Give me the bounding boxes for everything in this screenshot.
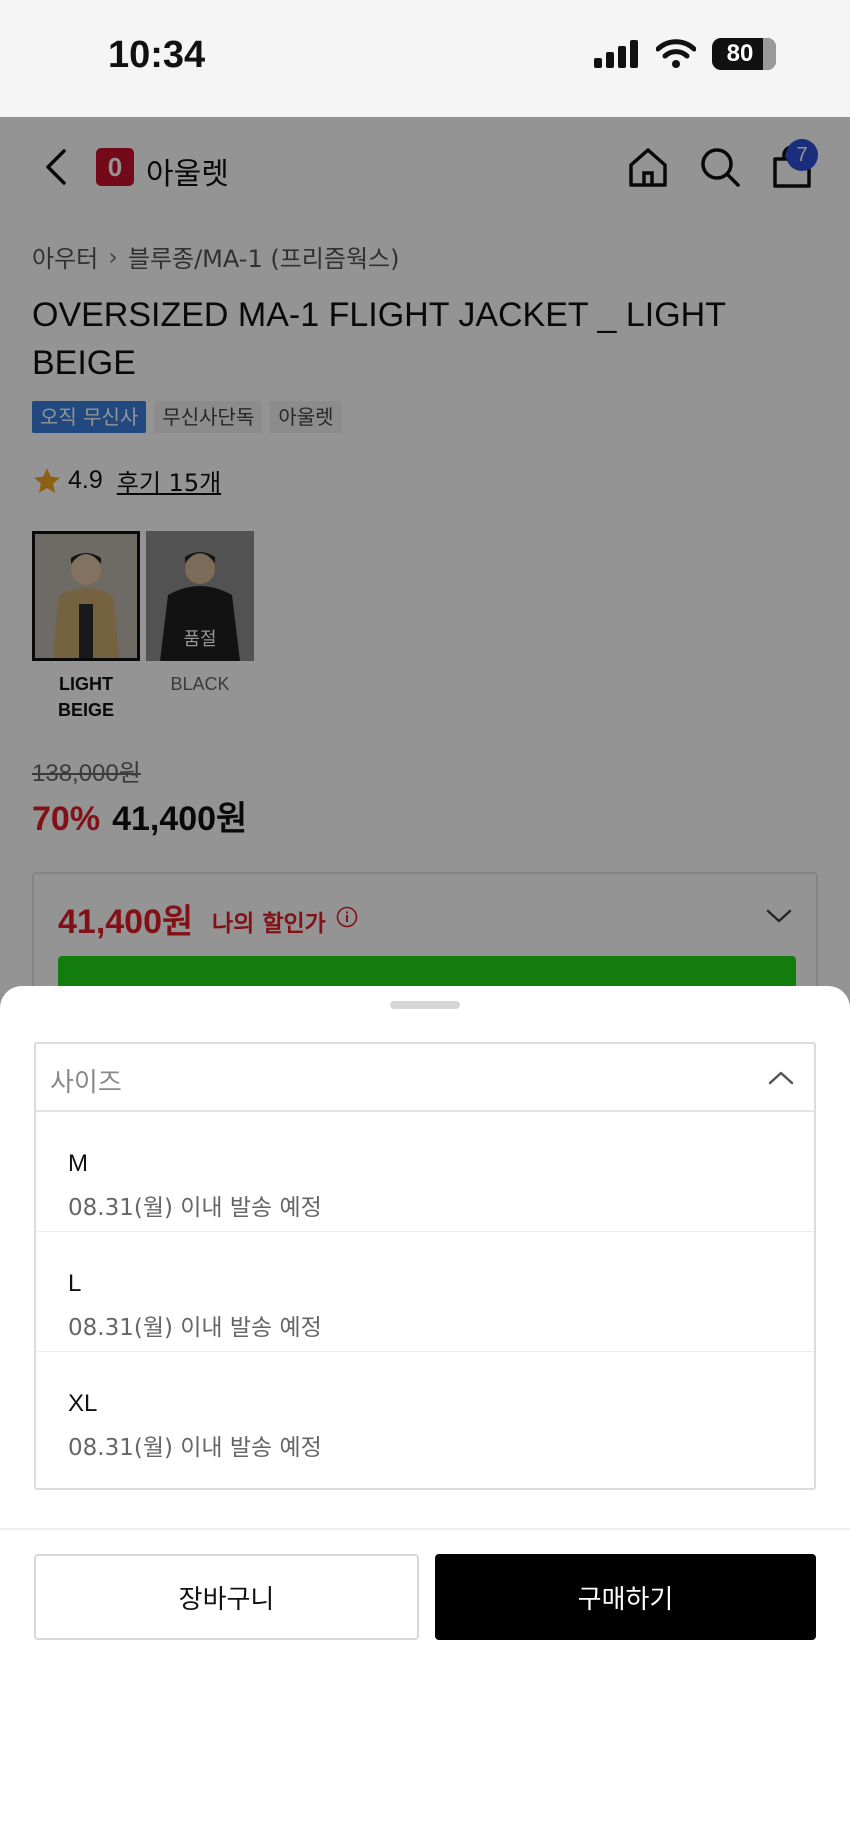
status-time: 10:34	[108, 34, 206, 76]
signal-icon	[594, 40, 638, 68]
option-size: L	[68, 1270, 82, 1297]
size-option-l[interactable]: L 08.31(월) 이내 발송 예정	[36, 1232, 814, 1352]
status-bar: 10:34 80	[0, 0, 850, 117]
battery-indicator: 80	[712, 38, 776, 70]
size-select-placeholder: 사이즈	[50, 1068, 122, 1098]
option-bottom-sheet: 사이즈 M 08.31(월) 이내 발송 예정 L 08.31(월) 이내 발송…	[0, 986, 850, 1842]
option-size: M	[68, 1150, 88, 1177]
option-shipping-date: 08.31(월) 이내 발송 예정	[68, 1195, 322, 1221]
add-to-cart-button[interactable]: 장바구니	[34, 1554, 419, 1640]
battery-level: 80	[726, 40, 754, 67]
size-select[interactable]: 사이즈	[34, 1042, 816, 1112]
option-shipping-date: 08.31(월) 이내 발송 예정	[68, 1435, 322, 1461]
sheet-divider	[0, 1528, 850, 1530]
size-option-list: M 08.31(월) 이내 발송 예정 L 08.31(월) 이내 발송 예정 …	[34, 1112, 816, 1490]
size-option-xl[interactable]: XL 08.31(월) 이내 발송 예정	[36, 1352, 814, 1472]
option-size: XL	[68, 1390, 98, 1417]
sheet-drag-handle[interactable]	[390, 1001, 460, 1009]
chevron-up-icon[interactable]	[768, 1070, 794, 1086]
status-icons: 80	[594, 38, 776, 70]
buy-now-button[interactable]: 구매하기	[435, 1554, 816, 1640]
size-option-m[interactable]: M 08.31(월) 이내 발송 예정	[36, 1112, 814, 1232]
option-shipping-date: 08.31(월) 이내 발송 예정	[68, 1315, 322, 1341]
wifi-icon	[656, 39, 696, 68]
